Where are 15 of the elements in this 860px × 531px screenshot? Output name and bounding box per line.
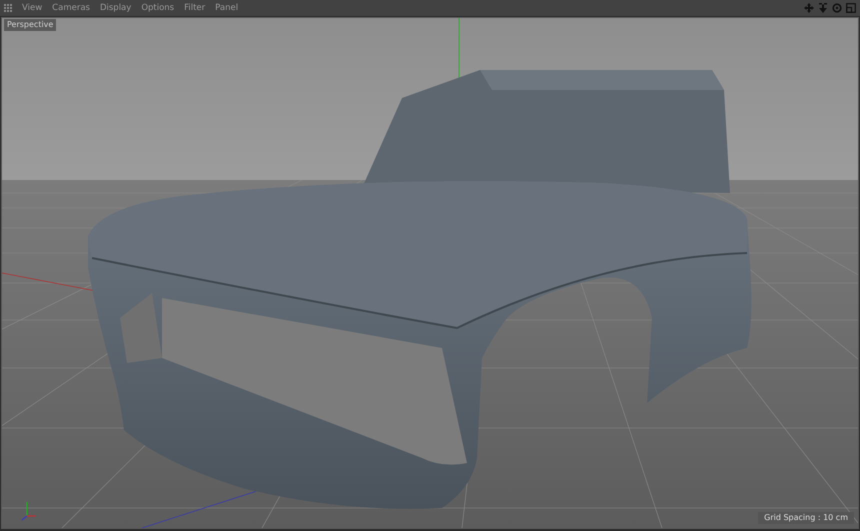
axis-gizmo-icon <box>22 502 36 520</box>
move-icon[interactable] <box>804 3 814 13</box>
arrow-down-icon[interactable] <box>818 3 828 13</box>
grid-spacing-label: Grid Spacing : 10 cm <box>758 512 854 524</box>
3d-viewport[interactable]: Perspective Grid Spacing : 10 cm <box>1 17 859 529</box>
maximize-icon[interactable] <box>846 3 856 13</box>
menu-item[interactable]: Cameras <box>47 0 95 16</box>
menu-item[interactable]: Display <box>94 0 136 16</box>
menu-item[interactable]: Filter <box>179 0 210 16</box>
menu-item[interactable]: Panel <box>210 0 244 16</box>
camera-label[interactable]: Perspective <box>4 19 56 31</box>
rotate-icon[interactable] <box>832 3 842 13</box>
menu-item[interactable]: View <box>17 0 48 16</box>
menu-item[interactable]: Options <box>136 0 180 16</box>
grip-icon[interactable] <box>4 4 13 12</box>
